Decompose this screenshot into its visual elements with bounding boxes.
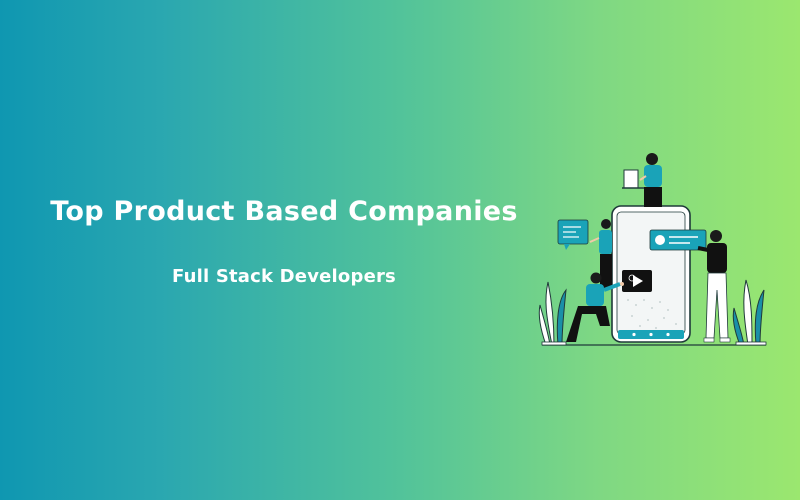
message-card-icon	[649, 229, 707, 251]
play-button-icon	[622, 270, 652, 292]
hero-banner: Top Product Based Companies Full Stack D…	[0, 0, 800, 500]
plant-icon	[732, 279, 767, 346]
plant-icon	[538, 281, 567, 346]
banner-subtitle: Full Stack Developers	[172, 266, 396, 287]
chat-bubble-icon	[557, 219, 589, 250]
developers-illustration	[538, 153, 767, 346]
person-with-laptop	[622, 153, 662, 207]
banner-title: Top Product Based Companies	[50, 196, 518, 227]
